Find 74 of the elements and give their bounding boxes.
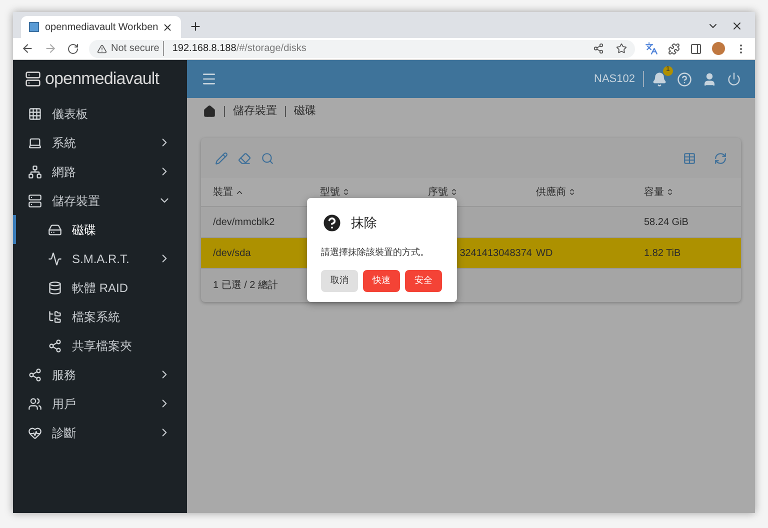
nav-item[interactable]: 診斷	[13, 418, 187, 447]
notification-icon[interactable]	[652, 72, 667, 86]
side-panel-icon[interactable]	[690, 42, 702, 54]
column-header[interactable]: 序號	[428, 184, 458, 200]
table-icon[interactable]	[683, 152, 696, 164]
reload-icon[interactable]	[67, 42, 79, 54]
translate-icon[interactable]	[645, 42, 658, 55]
database-icon	[48, 280, 62, 294]
table-cell: 1.82 TiB	[644, 248, 681, 258]
nav-item[interactable]: 網路	[13, 157, 187, 186]
nav-item[interactable]: 服務	[13, 360, 187, 389]
pulse-icon	[48, 252, 62, 266]
nav-item[interactable]: 系統	[13, 128, 187, 157]
menu-icon[interactable]	[201, 71, 217, 87]
nav-item[interactable]: 檔案系統	[13, 302, 187, 331]
share-icon	[28, 368, 42, 382]
refresh-icon[interactable]	[714, 152, 727, 164]
storage-icon	[28, 194, 42, 208]
network-icon	[28, 164, 42, 178]
breadcrumb-divider	[224, 106, 225, 117]
breadcrumb-item[interactable]: 磁碟	[294, 103, 316, 120]
puzzle-icon[interactable]	[668, 42, 680, 54]
dialog-button[interactable]: 快速	[363, 270, 400, 292]
browser-tab[interactable]: openmediavault Workben	[21, 16, 181, 38]
new-tab-icon[interactable]	[189, 20, 202, 33]
help-icon[interactable]	[677, 72, 692, 86]
home-icon[interactable]	[203, 105, 216, 118]
breadcrumb-item[interactable]: 儲存裝置	[233, 103, 277, 120]
back-icon[interactable]	[21, 42, 34, 55]
users-icon	[28, 396, 42, 410]
power-icon[interactable]	[727, 72, 741, 86]
search-icon[interactable]	[261, 152, 274, 164]
dialog-button[interactable]: 安全	[405, 270, 442, 292]
star-icon[interactable]	[616, 43, 627, 54]
heart-icon	[28, 426, 42, 440]
avatar[interactable]	[712, 42, 725, 55]
nav-item[interactable]: S.M.A.R.T.	[13, 244, 187, 273]
nav-item[interactable]: 儀表板	[13, 99, 187, 128]
breadcrumb-divider	[285, 106, 286, 117]
warning-icon	[97, 44, 107, 54]
dialog-message: 請選擇抹除該裝置的方式。	[321, 246, 430, 259]
user-icon[interactable]	[702, 72, 717, 86]
question-icon	[321, 212, 343, 234]
table-cell: /dev/sda	[213, 248, 251, 258]
table-footer: 1 已選 / 2 總計	[213, 278, 278, 293]
logo-icon	[25, 71, 41, 87]
laptop-icon	[28, 136, 42, 150]
favicon-icon	[29, 22, 39, 32]
address-bar[interactable]: Not secure 192.168.8.188/#/storage/disks	[89, 40, 635, 58]
column-header[interactable]: 供應商	[536, 184, 576, 200]
table-cell: /dev/mmcblk2	[213, 216, 275, 228]
table-cell: 58.24 GiB	[644, 216, 688, 228]
forward-icon[interactable]	[44, 42, 57, 55]
logo-text: openmediavault	[45, 68, 160, 90]
nav-item[interactable]: 儲存裝置	[13, 186, 187, 215]
dialog-button[interactable]: 取消	[321, 270, 358, 292]
column-header[interactable]: 容量	[644, 184, 674, 200]
nav-item[interactable]: 用戶	[13, 389, 187, 418]
close-icon[interactable]	[731, 20, 743, 32]
nav-item[interactable]: 軟體 RAID	[13, 273, 187, 302]
share-icon	[48, 338, 62, 352]
edit-icon[interactable]	[215, 152, 228, 164]
nav-item[interactable]: 共享檔案夾	[13, 331, 187, 360]
column-header[interactable]: 裝置	[213, 184, 244, 200]
close-icon[interactable]	[162, 22, 174, 32]
column-header[interactable]: 型號	[320, 184, 350, 200]
grid-icon	[28, 106, 42, 120]
share-icon[interactable]	[593, 43, 604, 54]
table-cell: 3241413048374	[460, 248, 532, 258]
dialog-title: 抹除	[351, 214, 377, 232]
hostname: NAS102	[594, 70, 644, 88]
table-cell: WD	[536, 248, 553, 258]
tree-icon	[48, 310, 62, 324]
eraser-icon[interactable]	[238, 152, 251, 164]
